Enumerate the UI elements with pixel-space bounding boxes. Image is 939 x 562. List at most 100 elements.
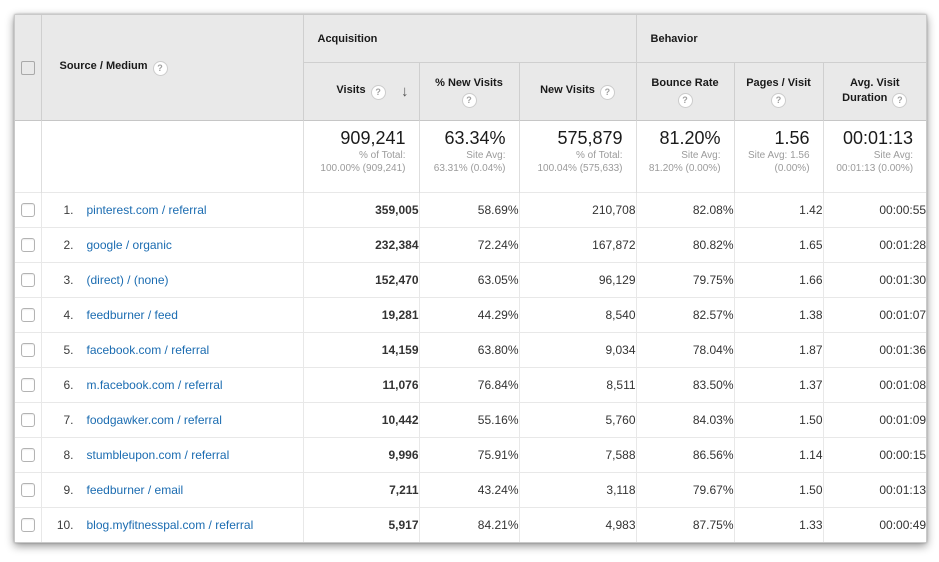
help-icon[interactable]: ? <box>153 61 168 76</box>
bounce-rate-cell: 82.08% <box>636 193 734 228</box>
group-header-row: Source / Medium? Acquisition Behavior <box>15 15 926 63</box>
bounce-rate-cell: 80.82% <box>636 228 734 263</box>
bounce-rate-cell: 78.04% <box>636 333 734 368</box>
row-checkbox[interactable] <box>21 518 35 532</box>
avg-duration-cell: 00:01:28 <box>823 228 926 263</box>
source-medium-link[interactable]: facebook.com / referral <box>87 343 210 357</box>
source-medium-link[interactable]: feedburner / feed <box>87 308 178 322</box>
row-checkbox[interactable] <box>21 413 35 427</box>
visits-cell: 14,159 <box>303 333 419 368</box>
table-row: 4.feedburner / feed 19,281 44.29% 8,540 … <box>15 298 926 333</box>
total-pages-value: 1.56 <box>735 128 810 149</box>
new-visits-cell: 210,708 <box>519 193 636 228</box>
pages-visit-cell: 1.66 <box>734 263 823 298</box>
row-index: 1. <box>42 203 74 217</box>
row-checkbox[interactable] <box>21 273 35 287</box>
column-header-new-visits[interactable]: New Visits? <box>519 63 636 121</box>
new-visits-cell: 167,872 <box>519 228 636 263</box>
help-icon[interactable]: ? <box>600 85 615 100</box>
row-index: 5. <box>42 343 74 357</box>
sort-descending-icon[interactable]: ↓ <box>401 84 409 99</box>
avg-duration-cell: 00:01:13 <box>823 473 926 508</box>
avg-duration-cell: 00:01:07 <box>823 298 926 333</box>
column-header-avg-visit-duration[interactable]: Avg. Visit Duration? <box>823 63 926 121</box>
totals-avg-duration: 00:01:13 Site Avg: 00:01:13 (0.00%) <box>823 121 926 193</box>
row-checkbox[interactable] <box>21 448 35 462</box>
select-all-checkbox[interactable] <box>21 61 35 75</box>
new-visits-cell: 7,588 <box>519 438 636 473</box>
new-visits-cell: 5,760 <box>519 403 636 438</box>
help-icon[interactable]: ? <box>371 85 386 100</box>
table-row: 5.facebook.com / referral 14,159 63.80% … <box>15 333 926 368</box>
table-row: 10.blog.myfitnesspal.com / referral 5,91… <box>15 508 926 543</box>
select-all-cell <box>15 15 41 121</box>
pct-new-visits-cell: 63.05% <box>419 263 519 298</box>
total-bounce-value: 81.20% <box>637 128 721 149</box>
new-visits-cell: 9,034 <box>519 333 636 368</box>
help-icon[interactable]: ? <box>678 93 693 108</box>
pct-new-visits-cell: 75.91% <box>419 438 519 473</box>
pages-visit-cell: 1.50 <box>734 473 823 508</box>
source-medium-link[interactable]: blog.myfitnesspal.com / referral <box>87 518 254 532</box>
totals-pct-new-visits: 63.34% Site Avg: 63.31% (0.04%) <box>419 121 519 193</box>
bounce-rate-cell: 86.56% <box>636 438 734 473</box>
row-index: 10. <box>42 518 74 532</box>
avg-duration-cell: 00:01:09 <box>823 403 926 438</box>
pages-visit-cell: 1.50 <box>734 403 823 438</box>
group-header-acquisition: Acquisition <box>303 15 636 63</box>
row-checkbox[interactable] <box>21 378 35 392</box>
row-checkbox[interactable] <box>21 238 35 252</box>
avg-duration-cell: 00:00:49 <box>823 508 926 543</box>
help-icon[interactable]: ? <box>771 93 786 108</box>
table-row: 2.google / organic 232,384 72.24% 167,87… <box>15 228 926 263</box>
source-medium-link[interactable]: feedburner / email <box>87 483 184 497</box>
column-header-visits[interactable]: Visits? ↓ <box>303 63 419 121</box>
source-medium-link[interactable]: google / organic <box>87 238 172 252</box>
avg-duration-cell: 00:01:30 <box>823 263 926 298</box>
total-new-visits-value: 575,879 <box>520 128 623 149</box>
visits-cell: 9,996 <box>303 438 419 473</box>
total-visits-value: 909,241 <box>304 128 406 149</box>
row-index: 9. <box>42 483 74 497</box>
pages-visit-cell: 1.37 <box>734 368 823 403</box>
totals-pages-visit: 1.56 Site Avg: 1.56 (0.00%) <box>734 121 823 193</box>
help-icon[interactable]: ? <box>462 93 477 108</box>
source-medium-link[interactable]: stumbleupon.com / referral <box>87 448 230 462</box>
row-index: 2. <box>42 238 74 252</box>
pct-new-visits-cell: 63.80% <box>419 333 519 368</box>
avg-duration-cell: 00:00:55 <box>823 193 926 228</box>
bounce-rate-cell: 82.57% <box>636 298 734 333</box>
pages-visit-cell: 1.38 <box>734 298 823 333</box>
table-row: 8. stumbleupon.com / referral 9,996 75.91… <box>15 438 926 473</box>
row-checkbox[interactable] <box>21 483 35 497</box>
bounce-rate-cell: 79.75% <box>636 263 734 298</box>
row-index: 4. <box>42 308 74 322</box>
pages-visit-cell: 1.14 <box>734 438 823 473</box>
new-visits-cell: 8,540 <box>519 298 636 333</box>
totals-checkbox-cell <box>15 121 41 193</box>
row-checkbox[interactable] <box>21 343 35 357</box>
source-medium-link[interactable]: m.facebook.com / referral <box>87 378 223 392</box>
table-row: 6.m.facebook.com / referral 11,076 76.84… <box>15 368 926 403</box>
source-medium-link[interactable]: pinterest.com / referral <box>87 203 207 217</box>
column-header-bounce-rate[interactable]: Bounce Rate ? <box>636 63 734 121</box>
pct-new-visits-cell: 76.84% <box>419 368 519 403</box>
column-header-pages-visit[interactable]: Pages / Visit ? <box>734 63 823 121</box>
bounce-rate-cell: 83.50% <box>636 368 734 403</box>
pct-new-visits-cell: 84.21% <box>419 508 519 543</box>
pages-visit-cell: 1.87 <box>734 333 823 368</box>
row-checkbox[interactable] <box>21 308 35 322</box>
visits-cell: 11,076 <box>303 368 419 403</box>
source-medium-link[interactable]: foodgawker.com / referral <box>87 413 222 427</box>
totals-bounce-rate: 81.20% Site Avg: 81.20% (0.00%) <box>636 121 734 193</box>
bounce-rate-cell: 79.67% <box>636 473 734 508</box>
row-checkbox[interactable] <box>21 203 35 217</box>
row-index: 7. <box>42 413 74 427</box>
help-icon[interactable]: ? <box>892 93 907 108</box>
source-medium-link[interactable]: (direct) / (none) <box>87 273 169 287</box>
column-header-pct-new-visits[interactable]: % New Visits ? <box>419 63 519 121</box>
table-row: 9.feedburner / email 7,211 43.24% 3,118 … <box>15 473 926 508</box>
row-index: 8. <box>42 448 74 462</box>
table-row: 7.foodgawker.com / referral 10,442 55.16… <box>15 403 926 438</box>
visits-cell: 7,211 <box>303 473 419 508</box>
